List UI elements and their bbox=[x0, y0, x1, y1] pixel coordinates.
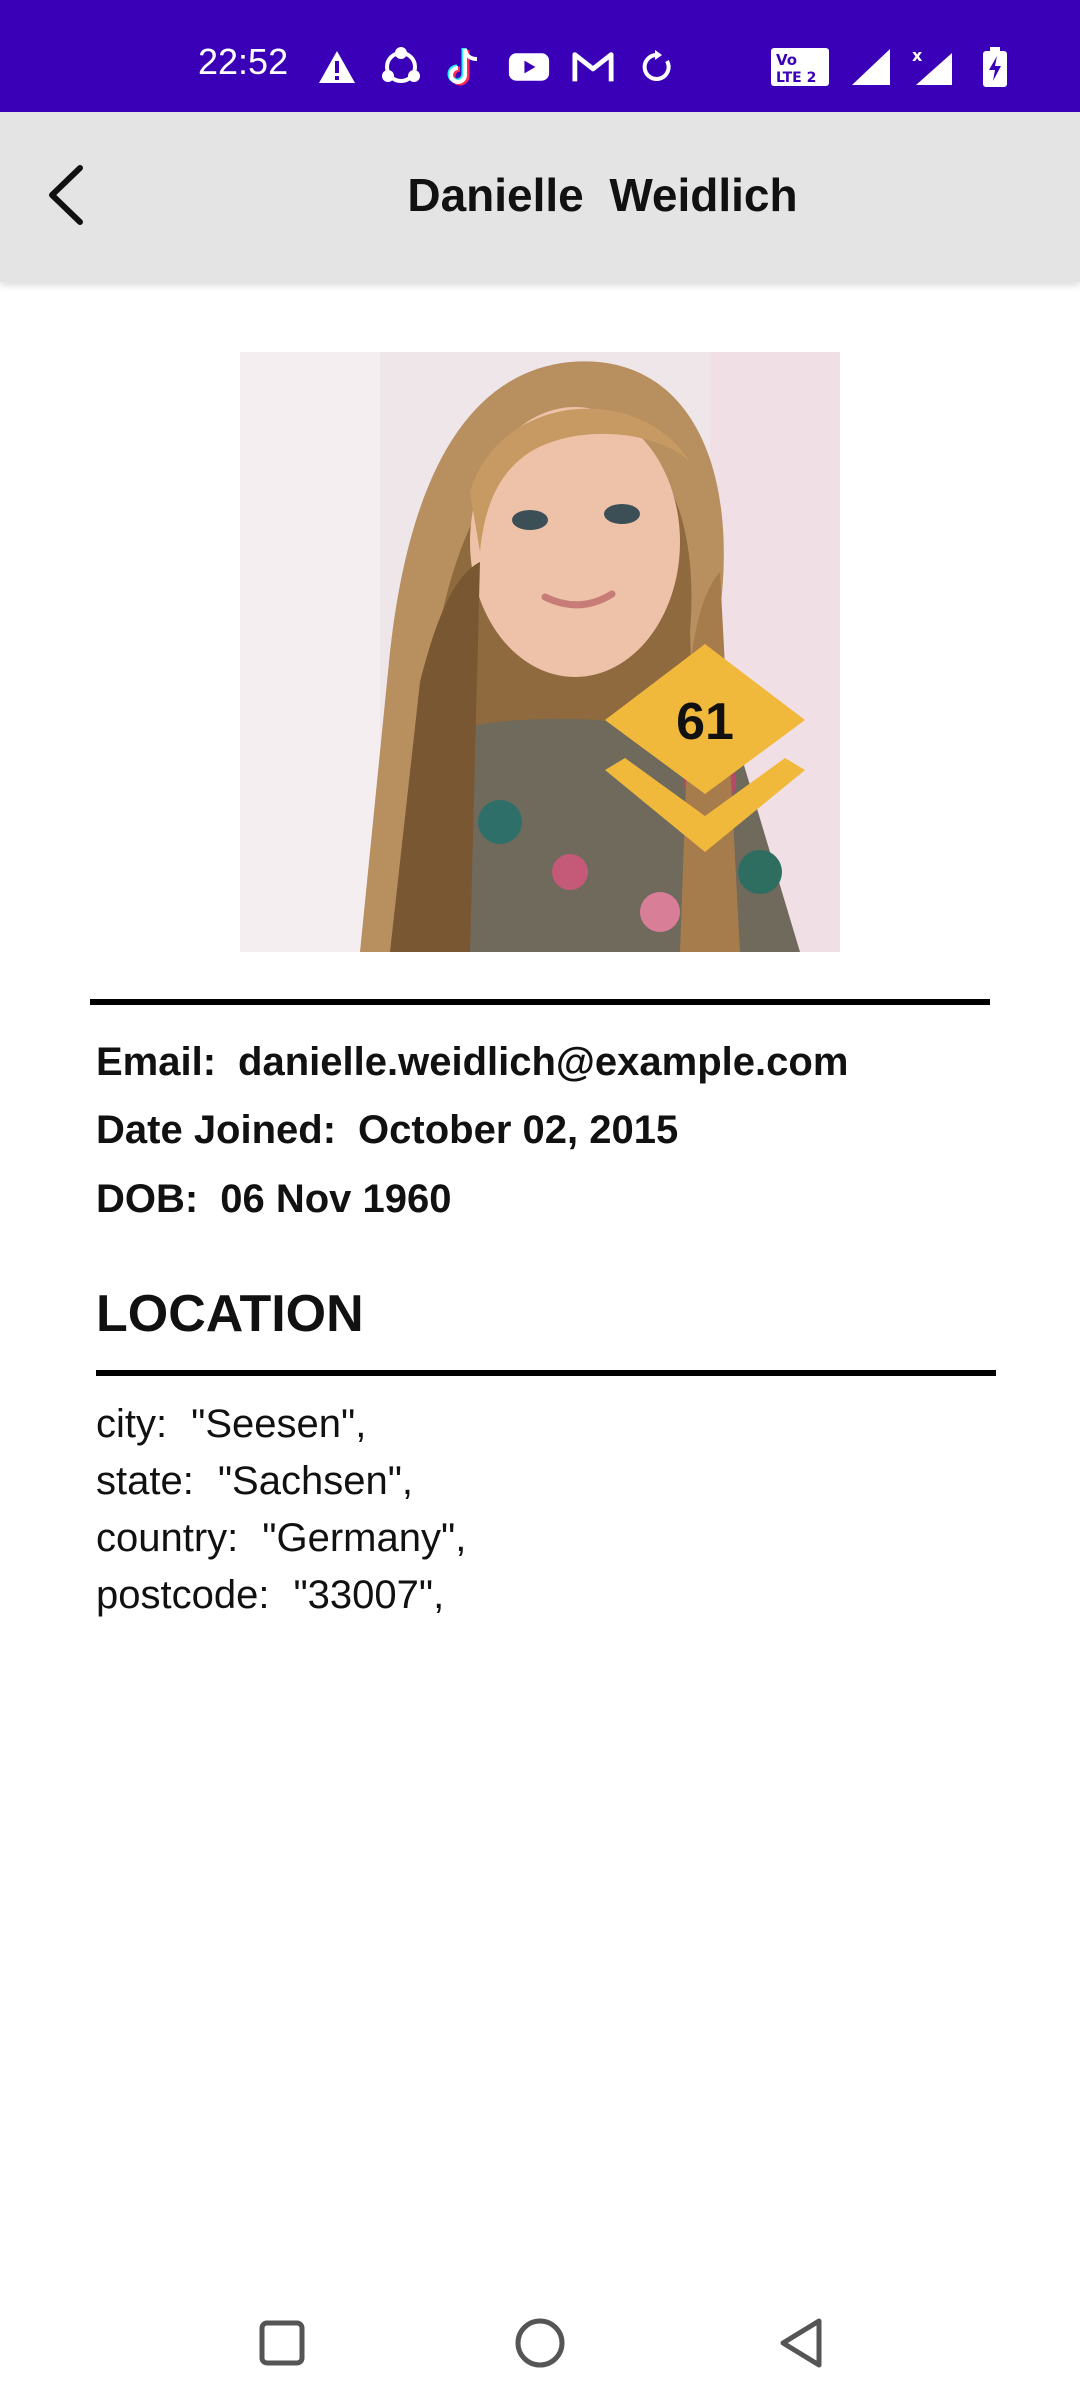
dob-row: DOB: 06 Nov 1960 bbox=[96, 1177, 452, 1222]
email-value: danielle.weidlich@example.com bbox=[238, 1040, 849, 1084]
svg-text:LTE 2: LTE 2 bbox=[776, 70, 816, 86]
share-icon bbox=[380, 46, 422, 88]
warning-icon bbox=[316, 46, 358, 88]
country-value: "Germany", bbox=[262, 1516, 467, 1560]
signal-x-icon: x bbox=[912, 46, 954, 88]
battery-charging-icon bbox=[974, 46, 1016, 88]
dob-value: 06 Nov 1960 bbox=[220, 1177, 452, 1221]
system-nav-bar bbox=[0, 2290, 1080, 2400]
city-value: "Seesen", bbox=[191, 1402, 367, 1446]
tiktok-icon bbox=[444, 46, 486, 88]
recents-button[interactable] bbox=[247, 2310, 317, 2380]
postcode-value: "33007", bbox=[293, 1573, 445, 1617]
notification-icons bbox=[316, 46, 678, 88]
gmail-icon bbox=[572, 46, 614, 88]
location-divider bbox=[96, 1370, 996, 1376]
state-value: "Sachsen", bbox=[217, 1459, 414, 1503]
home-circle-icon bbox=[513, 2316, 567, 2375]
status-time: 22:52 bbox=[198, 41, 289, 82]
page-title: Danielle Weidlich bbox=[407, 169, 798, 221]
divider bbox=[90, 999, 990, 1005]
nav-back-button[interactable] bbox=[767, 2310, 837, 2380]
date-joined-value: October 02, 2015 bbox=[358, 1108, 679, 1152]
system-icons: Vo LTE 2 x bbox=[770, 46, 1016, 88]
app-bar: Danielle Weidlich bbox=[0, 112, 1080, 282]
state-label: state: bbox=[96, 1459, 194, 1503]
svg-text:Vo: Vo bbox=[776, 51, 797, 69]
svg-text:x: x bbox=[912, 47, 923, 65]
email-row: Email: danielle.weidlich@example.com bbox=[96, 1040, 848, 1085]
location-postcode: postcode: "33007", bbox=[96, 1573, 444, 1618]
email-label: Email: bbox=[96, 1040, 217, 1084]
youtube-icon bbox=[508, 46, 550, 88]
back-triangle-icon bbox=[777, 2316, 827, 2375]
signal-icon bbox=[850, 46, 892, 88]
home-button[interactable] bbox=[505, 2310, 575, 2380]
location-city: city: "Seesen", bbox=[96, 1402, 366, 1447]
location-state: state: "Sachsen", bbox=[96, 1459, 413, 1504]
sync-icon bbox=[636, 46, 678, 88]
postcode-label: postcode: bbox=[96, 1573, 270, 1617]
date-joined-row: Date Joined: October 02, 2015 bbox=[96, 1108, 678, 1153]
date-joined-label: Date Joined: bbox=[96, 1108, 337, 1152]
city-label: city: bbox=[96, 1402, 168, 1446]
level-number: 61 bbox=[676, 693, 734, 751]
status-bar: 22:52 Vo LTE 2 x bbox=[0, 0, 1080, 112]
country-label: country: bbox=[96, 1516, 239, 1560]
location-heading: LOCATION bbox=[96, 1285, 364, 1343]
volte-icon: Vo LTE 2 bbox=[770, 46, 830, 88]
recents-square-icon bbox=[257, 2318, 307, 2373]
location-country: country: "Germany", bbox=[96, 1516, 466, 1561]
dob-label: DOB: bbox=[96, 1177, 199, 1221]
